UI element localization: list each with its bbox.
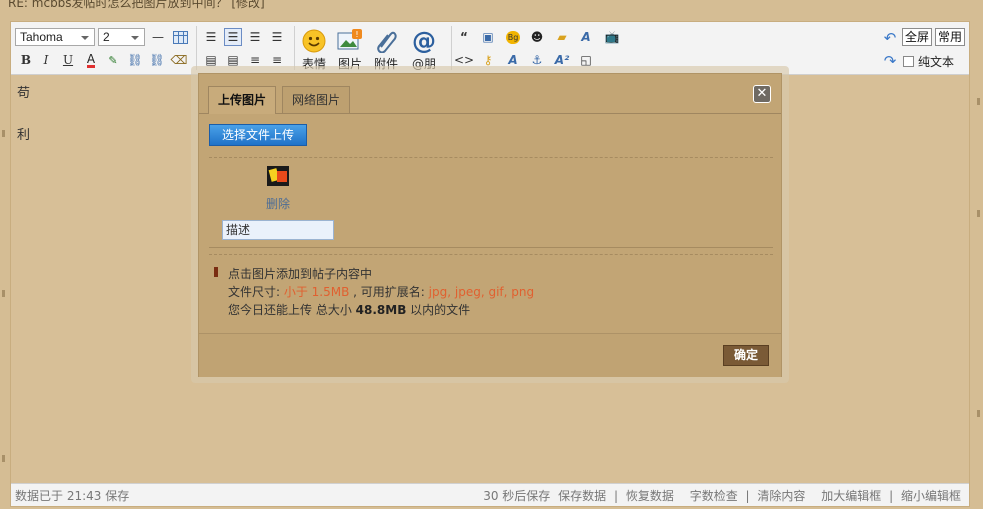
size-prefix: 文件尺寸: xyxy=(228,285,284,299)
align-center-icon[interactable]: ☰ xyxy=(246,28,264,46)
folder-icon[interactable]: ▰ xyxy=(553,28,571,46)
link-icon[interactable]: ⛓ xyxy=(126,51,144,69)
status-actions: 30 秒后保存 保存数据 | 恢复数据 字数检查 | 清除内容 加大编辑框 | … xyxy=(479,487,961,504)
font-family-select[interactable]: Tahoma xyxy=(15,28,95,46)
undo-icon[interactable]: ↶ xyxy=(881,29,899,47)
font-size-value: 2 xyxy=(103,30,110,44)
table-icon[interactable] xyxy=(171,28,189,46)
plaintext-checkbox[interactable] xyxy=(903,56,914,67)
horizontal-rule-icon[interactable]: — xyxy=(149,28,167,46)
page-header: RE: mcbbs发帖时怎么把图片放到中间？ [修改] xyxy=(0,0,983,20)
toolbar-separator xyxy=(451,26,452,70)
edge-marker xyxy=(2,290,5,297)
font-style-icon[interactable]: A xyxy=(577,28,595,46)
toolbar-separator xyxy=(294,26,295,70)
editor-line: 苟 xyxy=(17,86,31,101)
quota-prefix: 您今日还能上传 总大小 xyxy=(228,303,356,317)
tab-upload-image[interactable]: 上传图片 xyxy=(208,86,277,114)
separator: | xyxy=(613,489,619,503)
edge-marker xyxy=(2,130,5,137)
code-icon[interactable]: ▣ xyxy=(479,28,497,46)
delete-image-link[interactable]: 删除 xyxy=(266,195,290,212)
font-color-icon[interactable]: A xyxy=(82,51,100,69)
bold-icon[interactable]: B xyxy=(17,51,35,69)
tip-line-1: 点击图片添加到帖子内容中 xyxy=(228,267,373,281)
chevron-down-icon xyxy=(131,36,139,40)
italic-icon[interactable]: I xyxy=(37,51,55,69)
confirm-button[interactable]: 确定 xyxy=(723,345,769,366)
uploaded-image-thumbnail[interactable] xyxy=(267,166,289,186)
svg-text:!: ! xyxy=(355,30,358,39)
qq-icon[interactable]: ☻ xyxy=(528,28,546,46)
edge-marker xyxy=(2,455,5,462)
save-data-link[interactable]: 保存数据 xyxy=(558,489,606,503)
editor-line: 利 xyxy=(17,128,31,143)
description-input[interactable]: 描述 xyxy=(222,220,334,240)
dialog-footer: 确定 xyxy=(199,333,781,377)
autosave-countdown: 30 秒后保存 xyxy=(483,489,551,503)
image-upload-dialog: 上传图片 网络图片 ✕ 选择文件上传 删除 描述 点击图片添加到帖子内容中 文件… xyxy=(198,73,782,377)
enlarge-editor-link[interactable]: 加大编辑框 xyxy=(821,489,881,503)
underline-icon[interactable]: U xyxy=(59,51,77,69)
edge-marker xyxy=(977,98,980,105)
align-justify-icon[interactable]: ☰ xyxy=(224,28,242,46)
editor-statusbar: 数据已于 21:43 保存 30 秒后保存 保存数据 | 恢复数据 字数检查 |… xyxy=(11,483,969,506)
highlight-icon[interactable]: ✎ xyxy=(104,51,122,69)
restore-data-link[interactable]: 恢复数据 xyxy=(626,489,674,503)
quota-suffix: 以内的文件 xyxy=(406,303,471,317)
shrink-editor-link[interactable]: 缩小编辑框 xyxy=(901,489,961,503)
plaintext-label: 纯文本 xyxy=(918,55,955,69)
divider xyxy=(209,157,773,158)
chevron-down-icon xyxy=(81,36,89,40)
tv-icon[interactable]: 📺 xyxy=(603,28,621,46)
quota-value: 48.8MB xyxy=(355,303,407,317)
autosave-status: 数据已于 21:43 保存 xyxy=(15,489,130,503)
dialog-tabs: 上传图片 网络图片 xyxy=(199,74,781,114)
edge-marker xyxy=(977,410,980,417)
divider xyxy=(209,247,773,248)
tip-line-3: 您今日还能上传 总大小 48.8MB 以内的文件 xyxy=(228,301,470,318)
align-left-icon[interactable]: ☰ xyxy=(202,28,220,46)
separator: | xyxy=(745,489,750,503)
at-icon: @ xyxy=(412,27,436,55)
unlink-icon[interactable]: ⛓ xyxy=(148,51,166,69)
size-value: 小于 1.5MB xyxy=(283,285,350,299)
tip-icon xyxy=(214,267,218,277)
ext-prefix: , 可用扩展名: xyxy=(349,285,429,299)
clear-content-link[interactable]: 清除内容 xyxy=(757,489,805,503)
tab-network-image[interactable]: 网络图片 xyxy=(282,86,351,113)
close-button[interactable]: ✕ xyxy=(753,85,771,103)
common-button[interactable]: 常用 xyxy=(935,28,966,46)
close-icon: ✕ xyxy=(756,86,768,101)
background-icon[interactable]: Bg xyxy=(504,28,522,46)
font-family-value: Tahoma xyxy=(20,30,63,44)
divider xyxy=(209,254,773,255)
clear-format-icon[interactable]: ⌫ xyxy=(170,51,188,69)
tip-line-2: 文件尺寸: 小于 1.5MB , 可用扩展名: jpg, jpeg, gif, … xyxy=(228,283,534,300)
ext-value: jpg, jpeg, gif, png xyxy=(428,285,535,299)
select-file-button[interactable]: 选择文件上传 xyxy=(209,124,307,146)
word-count-link[interactable]: 字数检查 xyxy=(690,489,738,503)
align-right-icon[interactable]: ☰ xyxy=(268,28,286,46)
fullscreen-button[interactable]: 全屏 xyxy=(902,28,933,46)
post-title: RE: mcbbs发帖时怎么把图片放到中间？ [修改] xyxy=(8,0,265,10)
toolbar-separator xyxy=(196,26,197,70)
edge-marker xyxy=(977,210,980,217)
quote-icon[interactable]: “ xyxy=(455,28,473,46)
font-size-select[interactable]: 2 xyxy=(98,28,145,46)
separator: | xyxy=(889,489,894,503)
redo-icon[interactable]: ↷ xyxy=(881,52,899,70)
